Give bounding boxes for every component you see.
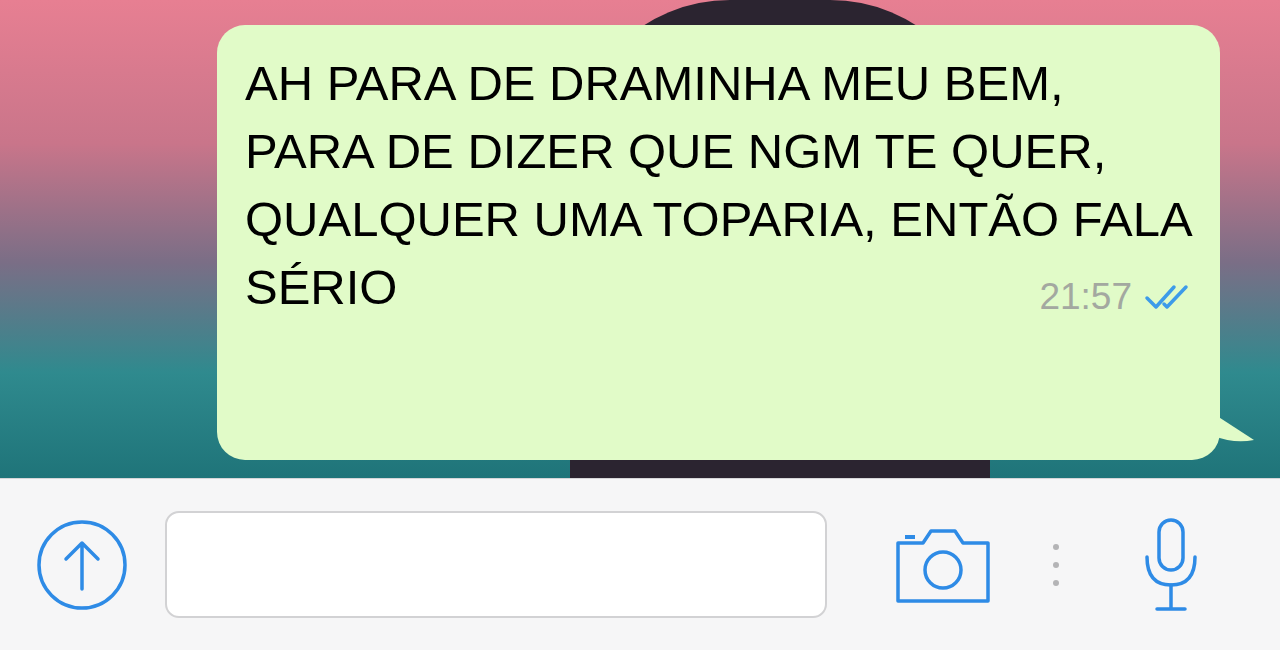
dot [1053,562,1059,568]
dot [1053,580,1059,586]
composer-bar [0,478,1280,650]
camera-icon [893,525,993,605]
dot [1053,544,1059,550]
camera-button[interactable] [893,523,993,607]
message-bubble[interactable]: AH PARA DE DRAMINHA MEU BEM, PARA DE DIZ… [217,25,1220,460]
microphone-button[interactable] [1143,517,1199,613]
message-row: AH PARA DE DRAMINHA MEU BEM, PARA DE DIZ… [0,25,1280,460]
separator-dots-icon [1053,544,1059,586]
message-meta: 21:57 [1039,275,1190,319]
message-time: 21:57 [1039,275,1132,319]
chat-area: AH PARA DE DRAMINHA MEU BEM, PARA DE DIZ… [0,0,1280,478]
read-receipt-icon [1144,282,1190,312]
message-list: AH PARA DE DRAMINHA MEU BEM, PARA DE DIZ… [0,0,1280,460]
message-content: AH PARA DE DRAMINHA MEU BEM, PARA DE DIZ… [245,56,1190,314]
microphone-icon [1143,517,1199,613]
attach-button[interactable] [36,519,128,611]
message-text: AH PARA DE DRAMINHA MEU BEM, PARA DE DIZ… [245,49,1190,321]
upload-arrow-icon [36,519,128,611]
message-input[interactable] [165,511,827,618]
bubble-tail-icon [1214,414,1254,444]
